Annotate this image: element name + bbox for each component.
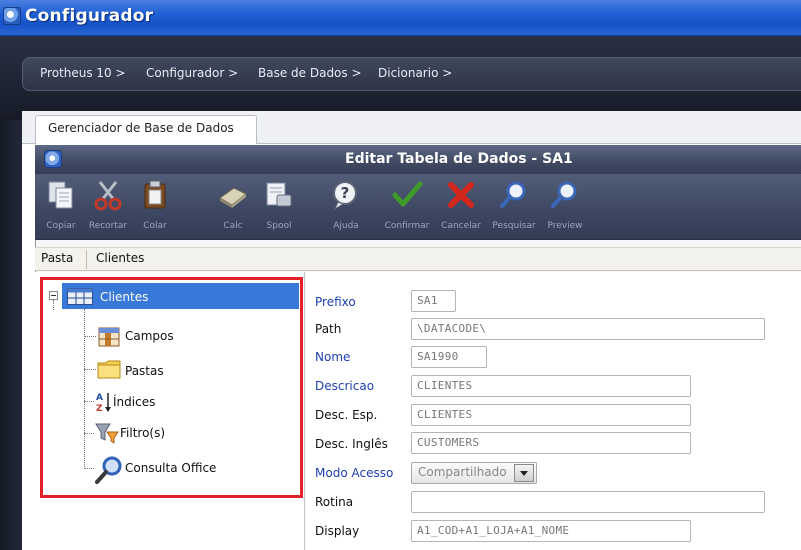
tree-item-pastas[interactable]: Pastas bbox=[125, 364, 164, 378]
prefixo-label: Prefixo bbox=[315, 295, 356, 309]
confirm-button[interactable]: Confirmar bbox=[378, 178, 436, 236]
calculator-icon bbox=[219, 187, 247, 208]
pasta-separator bbox=[86, 250, 87, 269]
nome-label: Nome bbox=[315, 350, 351, 364]
fields-icon bbox=[98, 327, 120, 347]
preview-button[interactable]: Preview bbox=[540, 178, 590, 236]
path-label: Path bbox=[315, 322, 342, 336]
window-logo-icon bbox=[44, 150, 62, 168]
copy-button[interactable]: Copiar bbox=[38, 178, 84, 236]
modo-acesso-value: Compartilhado bbox=[418, 465, 507, 479]
paste-icon bbox=[144, 180, 166, 209]
help-button[interactable]: ? Ajuda bbox=[322, 178, 370, 236]
check-icon bbox=[392, 181, 423, 207]
tree-collapse-toggle[interactable] bbox=[49, 291, 58, 300]
breadcrumb-item-protheus[interactable]: Protheus 10 > bbox=[40, 66, 126, 80]
tree-item-filtros[interactable]: Filtro(s) bbox=[120, 426, 165, 440]
svg-text:Z: Z bbox=[96, 404, 103, 413]
svg-text:?: ? bbox=[341, 184, 350, 202]
calc-button-label: Calc bbox=[223, 221, 243, 231]
tree-connector bbox=[84, 468, 94, 469]
copy-button-label: Copiar bbox=[46, 221, 76, 231]
tab-gerenciador-label: Gerenciador de Base de Dados bbox=[48, 121, 234, 135]
search-button[interactable]: Pesquisar bbox=[486, 178, 542, 236]
preview-icon bbox=[551, 181, 577, 208]
descricao-label: Descricao bbox=[315, 379, 375, 393]
spool-icon bbox=[266, 182, 292, 207]
spool-button-label: Spool bbox=[266, 221, 292, 231]
tree-item-clientes-label: Clientes bbox=[100, 290, 149, 304]
prefixo-field[interactable]: SA1 bbox=[411, 290, 456, 312]
desc-esp-field[interactable]: CLIENTES bbox=[411, 404, 691, 426]
rotina-field[interactable] bbox=[411, 491, 765, 513]
chevron-down-icon[interactable] bbox=[514, 464, 534, 482]
pasta-bar bbox=[35, 247, 801, 271]
desc-ingles-field[interactable]: CUSTOMERS bbox=[411, 432, 691, 454]
help-icon: ? bbox=[333, 181, 357, 211]
tree-connector bbox=[53, 300, 54, 310]
cancel-button[interactable]: Cancelar bbox=[434, 178, 488, 236]
cut-button-label: Recortar bbox=[88, 221, 128, 231]
calc-button[interactable]: Calc bbox=[210, 178, 256, 236]
path-field[interactable]: \DATACODE\ bbox=[411, 318, 765, 340]
table-icon bbox=[67, 288, 93, 305]
magnifier-icon bbox=[95, 456, 122, 484]
svg-text:A: A bbox=[96, 393, 103, 403]
app-title: Configurador bbox=[25, 6, 154, 26]
confirm-button-label: Confirmar bbox=[384, 221, 430, 231]
display-label: Display bbox=[315, 524, 360, 538]
tree-connector bbox=[84, 433, 94, 434]
folder-icon bbox=[97, 360, 121, 379]
copy-icon bbox=[48, 181, 73, 209]
tree-item-campos[interactable]: Campos bbox=[125, 329, 174, 343]
tree-item-indices[interactable]: Índices bbox=[113, 395, 155, 409]
tree-item-consulta-office[interactable]: Consulta Office bbox=[125, 461, 216, 475]
app-logo-icon bbox=[3, 7, 21, 25]
tree-connector bbox=[84, 309, 85, 469]
tree-connector bbox=[84, 336, 96, 337]
breadcrumb-item-dicionario[interactable]: Dicionario > bbox=[378, 66, 452, 80]
paste-button[interactable]: Colar bbox=[132, 178, 178, 236]
breadcrumb-item-base-de-dados[interactable]: Base de Dados > bbox=[258, 66, 362, 80]
filter-icon bbox=[95, 423, 119, 444]
desc-ingles-label: Desc. Inglês bbox=[315, 437, 388, 451]
side-edge bbox=[0, 120, 22, 550]
search-button-label: Pesquisar bbox=[492, 221, 536, 231]
editor-window-title: Editar Tabela de Dados - SA1 bbox=[345, 151, 573, 167]
cancel-icon bbox=[448, 182, 474, 208]
preview-button-label: Preview bbox=[547, 221, 583, 231]
descricao-field[interactable]: CLIENTES bbox=[411, 375, 691, 397]
cut-button[interactable]: Recortar bbox=[84, 178, 132, 236]
cancel-button-label: Cancelar bbox=[441, 221, 481, 231]
breadcrumb-item-configurador[interactable]: Configurador > bbox=[146, 66, 238, 80]
rotina-label: Rotina bbox=[315, 495, 354, 509]
tree-connector bbox=[84, 401, 94, 402]
nome-field[interactable]: SA1990 bbox=[411, 346, 487, 368]
search-icon bbox=[500, 181, 526, 208]
pasta-label: Pasta bbox=[41, 251, 74, 265]
desc-esp-label: Desc. Esp. bbox=[315, 408, 378, 422]
tree-connector bbox=[84, 369, 96, 370]
help-button-label: Ajuda bbox=[333, 221, 359, 231]
scissors-icon bbox=[94, 181, 122, 211]
display-field[interactable]: A1_COD+A1_LOJA+A1_NOME bbox=[411, 520, 691, 542]
pasta-tab-clientes[interactable]: Clientes bbox=[96, 251, 144, 265]
spool-button[interactable]: Spool bbox=[256, 178, 302, 236]
sort-az-icon: A Z bbox=[96, 393, 111, 413]
paste-button-label: Colar bbox=[143, 221, 167, 231]
modo-acesso-label: Modo Acesso bbox=[315, 466, 394, 480]
